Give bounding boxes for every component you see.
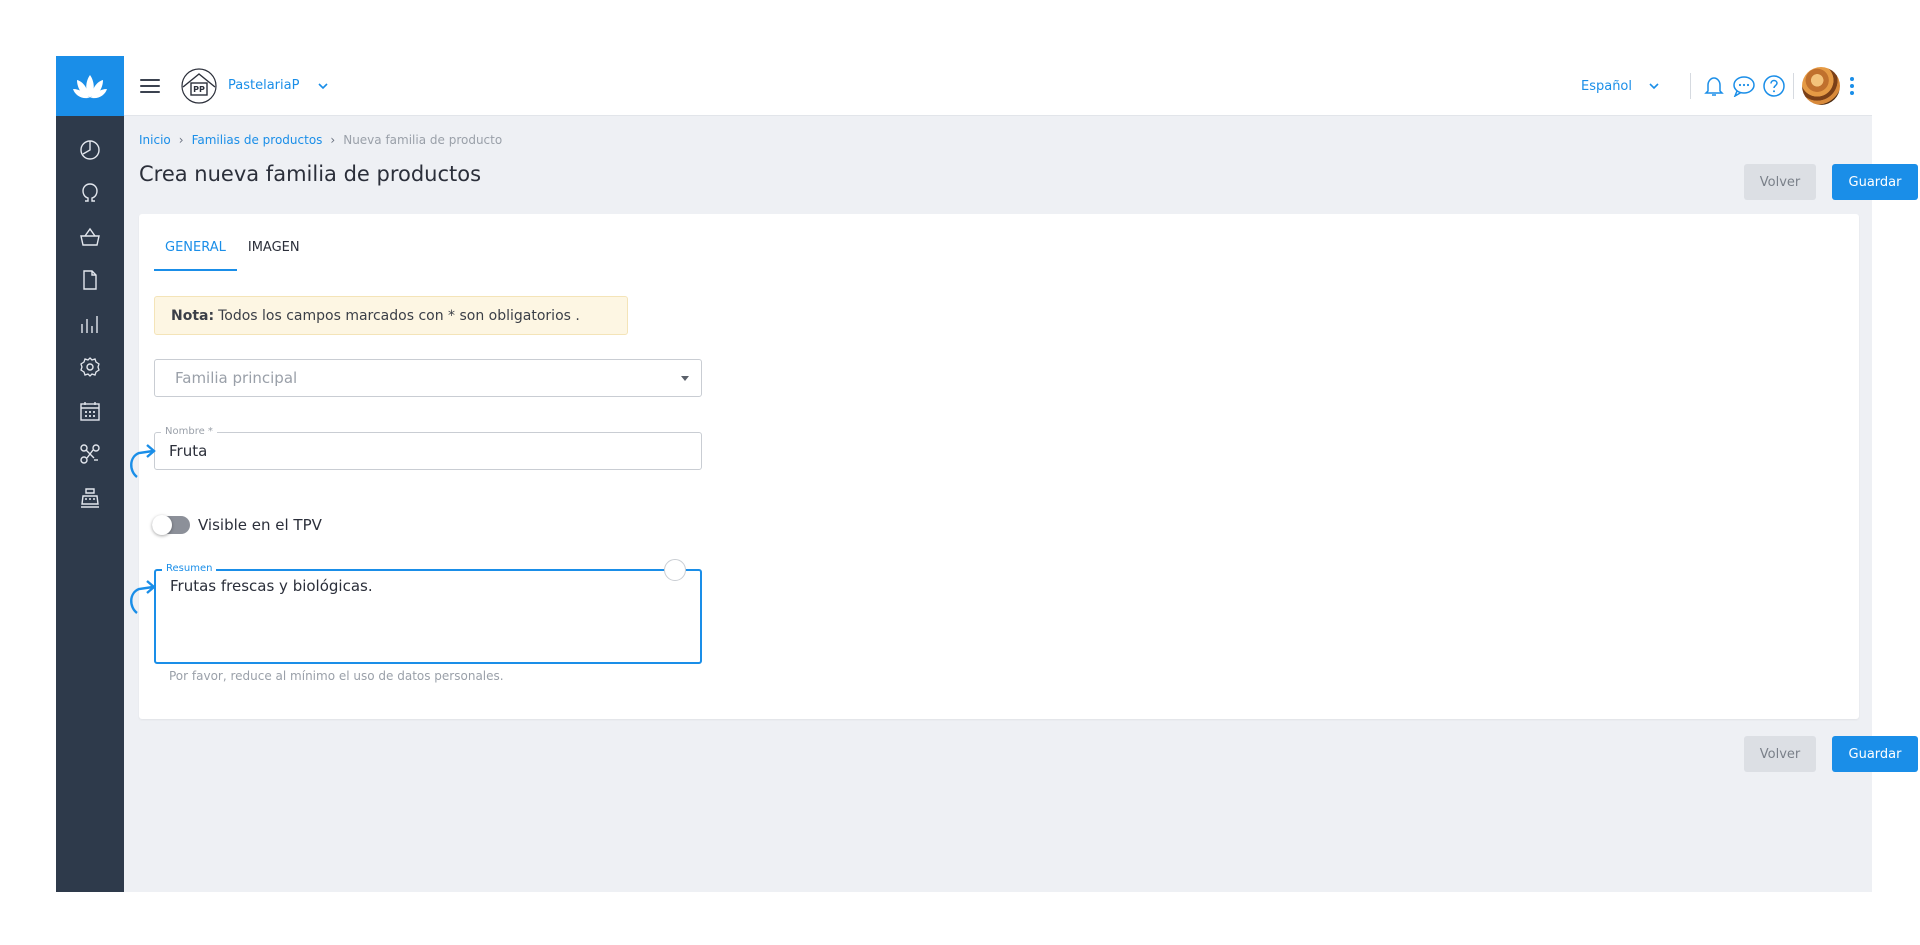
notifications-button[interactable] xyxy=(1699,71,1729,101)
parent-family-select[interactable]: Familia principal xyxy=(154,359,702,397)
caret-down-icon xyxy=(681,376,689,381)
toggle-switch[interactable] xyxy=(152,515,190,535)
breadcrumb: Inicio › Familias de productos › Nueva f… xyxy=(139,133,502,147)
annotation-arrow-icon xyxy=(130,580,156,614)
breadcrumb-product-families[interactable]: Familias de productos xyxy=(192,133,323,147)
avatar[interactable] xyxy=(1802,67,1840,105)
sidebar-item-integrations[interactable] xyxy=(56,433,124,477)
breadcrumb-home[interactable]: Inicio xyxy=(139,133,171,147)
register-icon xyxy=(81,488,99,508)
messages-button[interactable] xyxy=(1729,71,1759,101)
basket-icon xyxy=(80,227,100,246)
parent-family-placeholder: Familia principal xyxy=(175,369,298,387)
tab-general[interactable]: GENERAL xyxy=(154,240,237,271)
name-field[interactable]: Nombre * Fruta xyxy=(154,426,702,470)
page-title: Crea nueva familia de productos xyxy=(139,162,482,186)
back-button-bottom[interactable]: Volver xyxy=(1744,736,1816,772)
note-label: Nota: xyxy=(171,307,215,324)
required-fields-note: Nota: Todos los campos marcados con * so… xyxy=(154,296,628,335)
summary-value: Frutas frescas y biológicas. xyxy=(170,577,373,595)
integrations-icon xyxy=(80,444,100,464)
dashboard-icon xyxy=(80,140,100,160)
back-button[interactable]: Volver xyxy=(1744,164,1816,200)
chat-icon xyxy=(1733,76,1755,97)
more-options-icon[interactable] xyxy=(1846,77,1858,95)
menu-toggle-icon[interactable] xyxy=(140,76,160,96)
divider xyxy=(1793,73,1794,99)
summary-label: Resumen xyxy=(162,563,217,574)
store-selector[interactable]: PastelariaP xyxy=(228,78,299,93)
chevron-down-icon[interactable] xyxy=(317,82,329,90)
textarea-handle[interactable] xyxy=(664,559,686,581)
sidebar-item-settings[interactable] xyxy=(56,346,124,390)
app-window: PP PastelariaP Español Inicio › Familias… xyxy=(56,56,1918,892)
leaf-logo-icon xyxy=(73,75,107,99)
sidebar xyxy=(56,56,124,892)
bell-icon xyxy=(1704,77,1724,96)
name-label: Nombre * xyxy=(161,426,217,437)
save-button[interactable]: Guardar xyxy=(1832,164,1918,200)
breadcrumb-separator: › xyxy=(178,133,184,147)
stats-icon xyxy=(81,315,98,333)
store-logo-icon[interactable]: PP xyxy=(180,67,218,105)
settings-icon xyxy=(80,357,100,378)
main-content: Inicio › Familias de productos › Nueva f… xyxy=(124,117,1918,892)
chevron-down-icon[interactable] xyxy=(1648,82,1660,90)
document-icon xyxy=(83,270,97,290)
name-value: Fruta xyxy=(169,442,208,460)
svg-text:PP: PP xyxy=(193,85,205,94)
tab-image[interactable]: IMAGEN xyxy=(237,240,311,271)
note-text: Todos los campos marcados con * son obli… xyxy=(218,307,580,324)
sidebar-item-sales[interactable] xyxy=(56,215,124,259)
privacy-hint: Por favor, reduce al mínimo el uso de da… xyxy=(169,669,504,683)
tabs: GENERAL IMAGEN xyxy=(154,240,311,271)
divider xyxy=(1690,73,1691,99)
breadcrumb-current: Nueva familia de producto xyxy=(343,133,503,147)
sidebar-item-customers[interactable] xyxy=(56,172,124,216)
help-button[interactable] xyxy=(1759,71,1789,101)
save-button-bottom[interactable]: Guardar xyxy=(1832,736,1918,772)
sidebar-item-dashboard[interactable] xyxy=(56,128,124,172)
annotation-arrow-icon xyxy=(130,444,156,478)
breadcrumb-separator: › xyxy=(330,133,336,147)
sidebar-item-register[interactable] xyxy=(56,476,124,520)
sidebar-item-calendar[interactable] xyxy=(56,389,124,433)
sidebar-item-documents[interactable] xyxy=(56,259,124,303)
visible-tpv-toggle[interactable]: Visible en el TPV xyxy=(152,515,322,535)
language-selector[interactable]: Español xyxy=(1581,79,1632,94)
brand-logo[interactable] xyxy=(56,56,124,116)
topbar: PP PastelariaP Español xyxy=(124,56,1872,116)
user-icon xyxy=(82,183,98,202)
visible-tpv-label: Visible en el TPV xyxy=(198,516,322,534)
calendar-icon xyxy=(80,401,100,421)
form-card: GENERAL IMAGEN Nota: Todos los campos ma… xyxy=(130,214,1859,719)
summary-textarea[interactable]: Resumen Frutas frescas y biológicas. xyxy=(154,563,702,664)
help-icon xyxy=(1763,75,1785,97)
sidebar-item-reports[interactable] xyxy=(56,302,124,346)
